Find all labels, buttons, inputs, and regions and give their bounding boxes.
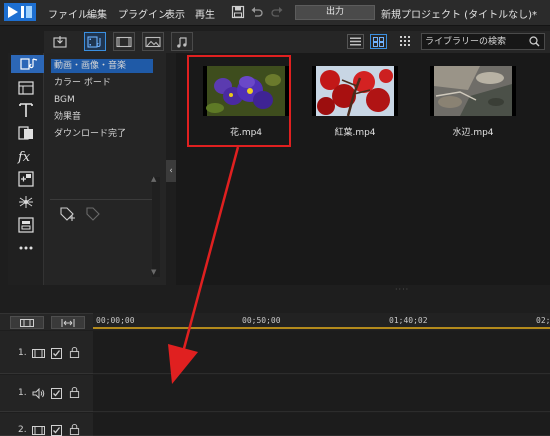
annotation-drag-arrow [168,146,240,384]
